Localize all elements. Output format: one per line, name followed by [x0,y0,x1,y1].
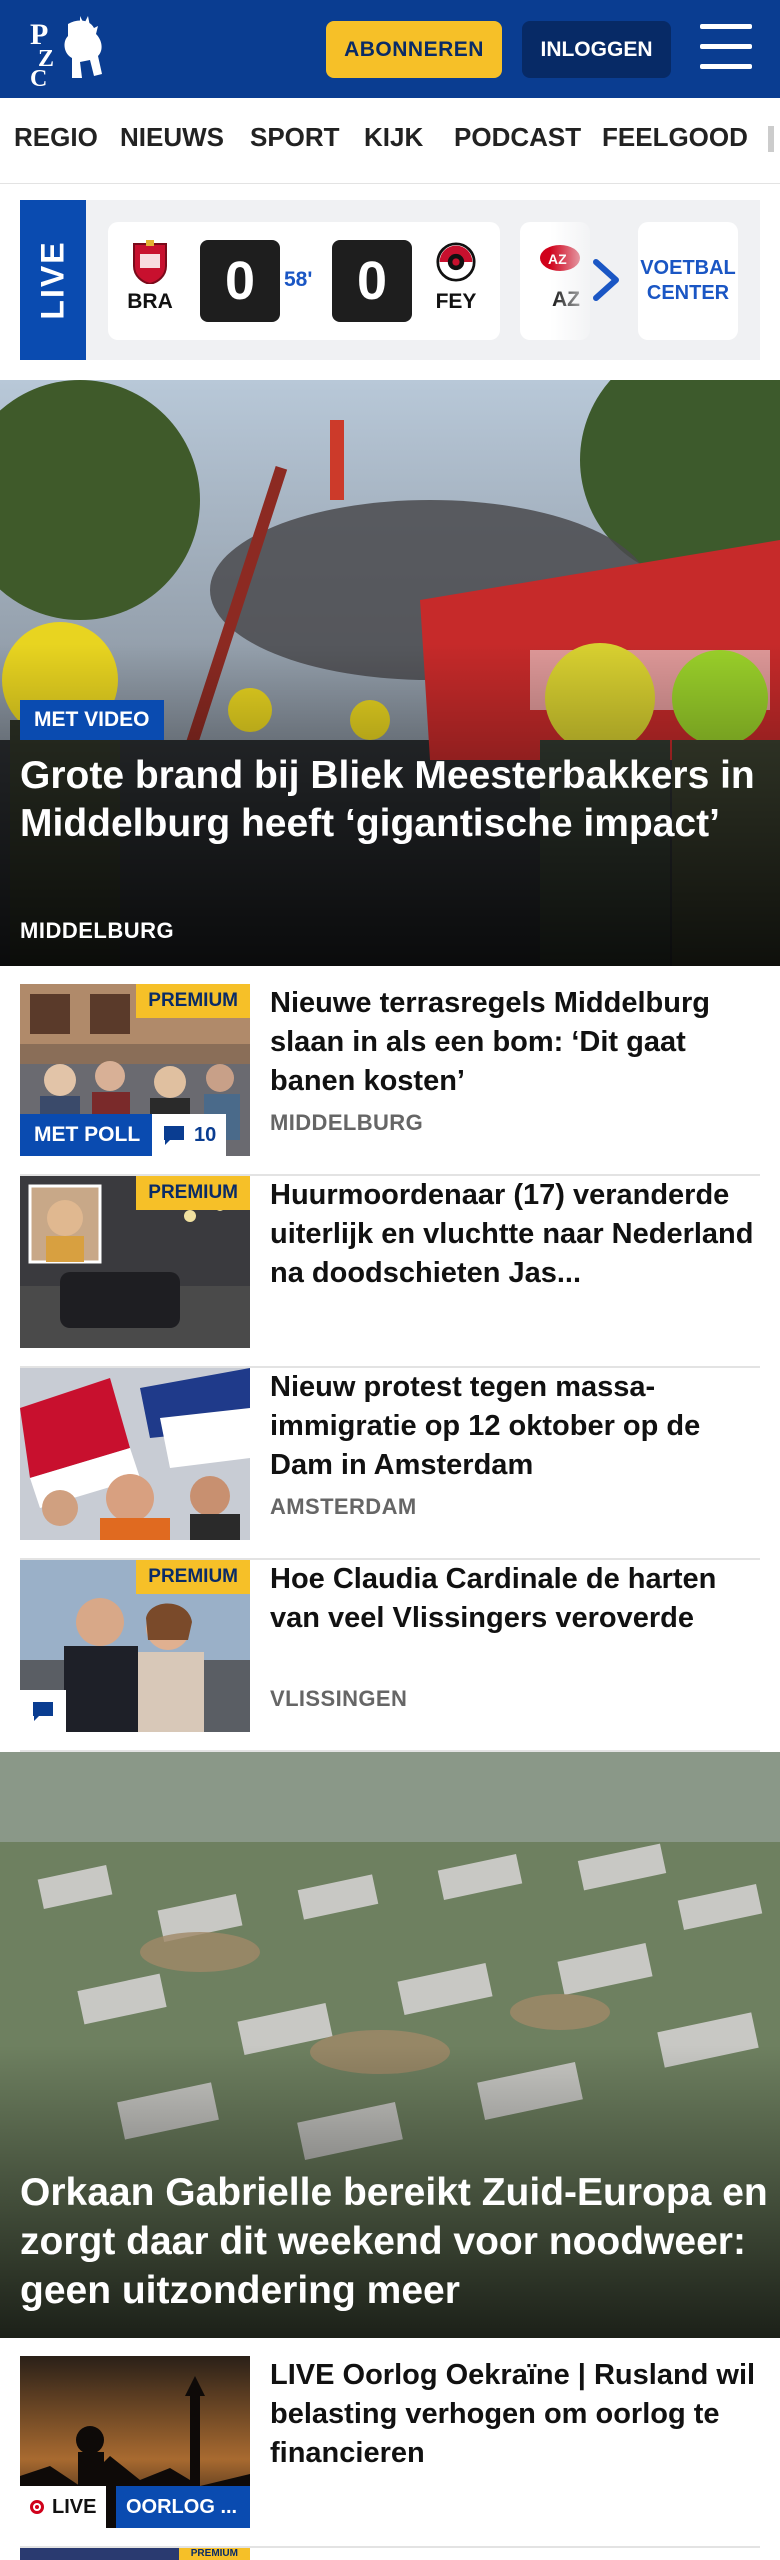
article-headline[interactable]: Huurmoordenaar (17) veranderde uiterlijk… [270,1176,760,1293]
article-location: AMSTERDAM [270,1494,417,1519]
match-minute: 58' [284,268,313,291]
list-item[interactable]: PREMIUM Hoe Claudia Cardinale de harten … [20,1560,760,1752]
article-location: MIDDELBURG [270,1110,424,1135]
premium-badge: PREMIUM [178,2548,250,2560]
category-badge: OORLOG ... [116,2486,250,2528]
list-item[interactable]: Nieuw protest tegen massa-immigratie op … [20,1368,760,1560]
hero-article[interactable]: MET VIDEO Grote brand bij Bliek Meesterb… [0,380,780,966]
hamburger-menu-icon[interactable] [700,24,752,72]
away-team-abbr: FEY [435,290,477,313]
login-button[interactable]: INLOGGEN [522,21,671,78]
nav-item-regio[interactable]: REGIO [14,122,98,153]
away-team: FEY [426,240,486,314]
comment-icon [164,1126,184,1145]
section-nav: REGIO NIEUWS SPORT KIJK PODCAST FEELGOOD [0,98,780,184]
premium-badge: PREMIUM [136,1560,250,1594]
article-thumbnail: LIVE OORLOG ... [20,2356,250,2528]
braga-crest-icon [133,240,167,284]
hero-headline[interactable]: Grote brand bij Bliek Meesterbakkers in … [20,752,760,848]
home-team: BRA [120,240,180,314]
nav-item-feelgood[interactable]: FEELGOOD [602,122,748,153]
live-badge: LIVE [20,2486,107,2528]
nav-item-podcast[interactable]: PODCAST [454,122,581,153]
chevron-right-icon[interactable] [588,256,624,304]
home-team-abbr: BRA [127,290,173,313]
article-headline[interactable]: LIVE Oorlog Oekraïne | Rusland wil belas… [270,2356,760,2473]
article-headline[interactable]: Nieuwe terrasregels Middelburg slaan in … [270,984,760,1101]
article-thumbnail [20,1368,250,1540]
comment-count[interactable] [20,1690,66,1732]
site-header: P Z C ABONNEREN INLOGGEN [0,0,780,98]
hero-location: MIDDELBURG [20,918,175,943]
article-thumbnail: PREMIUM MET POLL 10 [20,984,250,1156]
live-label: LIVE [20,200,86,360]
home-score: 0 [200,240,280,322]
away-score: 0 [332,240,412,322]
article-thumbnail: PREMIUM [20,1176,250,1348]
list-item[interactable]: PREMIUM Huurmoordenaar (17) veranderde u… [20,1176,760,1368]
nav-overflow-indicator [768,126,774,152]
nav-item-kijk[interactable]: KIJK [364,122,423,153]
list-item[interactable]: LIVE OORLOG ... LIVE Oorlog Oekraïne | R… [20,2356,760,2548]
match-card[interactable]: BRA 0 58' 0 FEY [108,222,500,340]
feyenoord-crest-icon [436,242,476,282]
subscribe-button[interactable]: ABONNEREN [326,21,502,78]
premium-badge: PREMIUM [136,1176,250,1210]
article-headline[interactable]: Hoe Claudia Cardinale de harten van veel… [270,1560,760,1638]
voetbal-center-link[interactable]: VOETBAL CENTER [638,222,738,340]
next-article-thumbnail-partial: PREMIUM [20,2548,250,2560]
protest-image [20,1368,250,1540]
hero-article-2[interactable]: Orkaan Gabrielle bereikt Zuid-Europa en … [0,1752,780,2338]
comment-icon [33,1702,53,1721]
list-item[interactable]: PREMIUM MET POLL 10 Nieuwe terrasregels … [20,984,760,1176]
svg-text:C: C [30,66,47,86]
article-location: VLISSINGEN [270,1686,408,1711]
premium-badge: PREMIUM [136,984,250,1018]
hero2-headline[interactable]: Orkaan Gabrielle bereikt Zuid-Europa en … [20,2168,770,2315]
live-scores-strip: LIVE BRA 0 58' 0 FEY AZ AZ [20,200,760,360]
nav-item-sport[interactable]: SPORT [250,122,340,153]
pzc-logo[interactable]: P Z C [28,14,112,86]
hero-image-fire [0,380,780,966]
nav-item-nieuws[interactable]: NIEUWS [120,122,224,153]
poll-badge: MET POLL [20,1114,155,1156]
live-dot-icon [30,2500,44,2514]
article-headline[interactable]: Nieuw protest tegen massa-immigratie op … [270,1368,760,1485]
article-thumbnail: PREMIUM [20,1560,250,1732]
video-badge: MET VIDEO [20,700,164,740]
comment-count[interactable]: 10 [152,1114,227,1156]
